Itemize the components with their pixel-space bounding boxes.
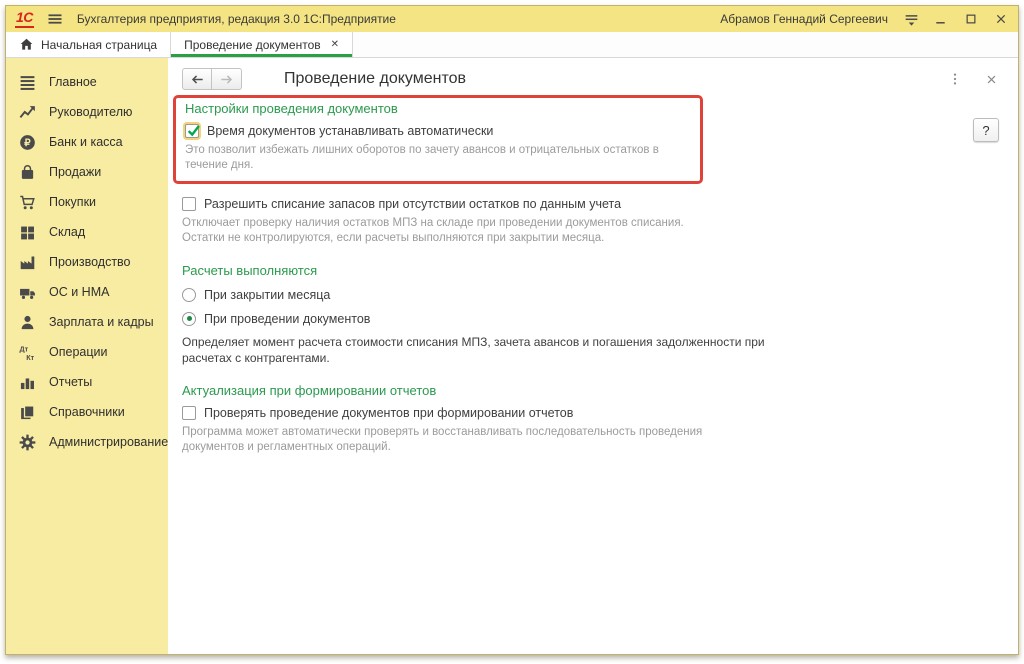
sidebar-item-label: Производство <box>49 255 131 269</box>
chart-icon <box>19 374 36 391</box>
auto-time-hint: Это позволит избежать лишних оборотов по… <box>185 143 690 173</box>
minimize-button[interactable] <box>933 12 948 27</box>
sidebar-item-label: Банк и касса <box>49 135 123 149</box>
ruble-circle-icon: ₽ <box>19 134 36 151</box>
warehouse-icon <box>19 224 36 241</box>
close-window-button[interactable] <box>993 12 1008 27</box>
sidebar: Главное Руководителю ₽ Банк и касса Прод… <box>6 58 168 654</box>
sidebar-item[interactable]: Зарплата и кадры <box>6 307 168 337</box>
sidebar-item-label: Главное <box>49 75 97 89</box>
sidebar-item[interactable]: ДтКт Операции <box>6 337 168 367</box>
sidebar-item-label: Руководителю <box>49 105 132 119</box>
sidebar-item[interactable]: Отчеты <box>6 367 168 397</box>
section-heading-calc: Расчеты выполняются <box>182 263 1004 278</box>
sidebar-item-label: Зарплата и кадры <box>49 315 154 329</box>
sidebar-item-label: Операции <box>49 345 107 359</box>
sidebar-item[interactable]: Продажи <box>6 157 168 187</box>
section-heading-actualization: Актуализация при формировании отчетов <box>182 383 1004 398</box>
sidebar-item-label: Продажи <box>49 165 101 179</box>
dtkt-icon: ДтКт <box>19 344 36 361</box>
sidebar-item[interactable]: Администрирование <box>6 427 168 457</box>
stock-section: Разрешить списание запасов при отсутстви… <box>182 197 1004 246</box>
current-user[interactable]: Абрамов Геннадий Сергеевич <box>720 12 888 26</box>
allow-writeoff-checkbox[interactable] <box>182 197 196 211</box>
forward-button[interactable] <box>212 68 242 90</box>
calc-note: Определяет момент расчета стоимости спис… <box>182 335 1004 367</box>
title-bar: 1С Бухгалтерия предприятия, редакция 3.0… <box>6 6 1018 32</box>
calc-option-on-posting-label: При проведении документов <box>204 312 370 326</box>
settings-menu-icon[interactable] <box>903 11 920 28</box>
auto-time-checkbox[interactable] <box>185 124 199 138</box>
sidebar-item-label: Склад <box>49 225 85 239</box>
sidebar-item-label: ОС и НМА <box>49 285 109 299</box>
maximize-button[interactable] <box>963 12 978 27</box>
sidebar-item[interactable]: Руководителю <box>6 97 168 127</box>
allow-writeoff-checkbox-label: Разрешить списание запасов при отсутстви… <box>204 197 621 211</box>
tab-label: Проведение документов <box>184 38 321 52</box>
content-area: Проведение документов Настройки проведен… <box>168 58 1018 654</box>
auto-time-checkbox-row[interactable]: Время документов устанавливать автоматич… <box>185 124 690 138</box>
titlebar-icon[interactable] <box>593 11 610 28</box>
svg-text:Кт: Кт <box>26 352 34 360</box>
svg-text:₽: ₽ <box>24 138 31 149</box>
home-icon <box>19 37 34 52</box>
section-heading-settings: Настройки проведения документов <box>185 101 690 116</box>
menu-lines-icon <box>19 74 36 91</box>
allow-writeoff-hint: Отключает проверку наличия остатков МПЗ … <box>182 216 1004 246</box>
tab-bar: Начальная страница Проведение документов… <box>6 32 1018 58</box>
sidebar-item[interactable]: ОС и НМА <box>6 277 168 307</box>
tab-label: Начальная страница <box>41 38 157 52</box>
close-form-icon[interactable] <box>984 72 998 86</box>
sidebar-item[interactable]: Склад <box>6 217 168 247</box>
titlebar-icon[interactable] <box>657 11 674 28</box>
verify-posting-hint: Программа может автоматически проверять … <box>182 425 1004 455</box>
calc-option-on-posting-radio[interactable] <box>182 312 196 326</box>
sidebar-item[interactable]: Главное <box>6 67 168 97</box>
verify-posting-checkbox-row[interactable]: Проверять проведение документов при форм… <box>182 406 1004 420</box>
tab[interactable]: Проведение документов ✕ <box>171 32 353 57</box>
content-header: Проведение документов <box>182 67 1004 91</box>
factory-icon <box>19 254 36 271</box>
history-nav <box>182 68 242 90</box>
bag-icon <box>19 164 36 181</box>
sidebar-item-label: Администрирование <box>49 435 168 449</box>
gear-icon <box>19 434 36 451</box>
allow-writeoff-checkbox-row[interactable]: Разрешить списание запасов при отсутстви… <box>182 197 1004 211</box>
back-button[interactable] <box>182 68 212 90</box>
more-menu-icon[interactable] <box>948 71 962 87</box>
trend-icon <box>19 104 36 121</box>
sidebar-item-label: Покупки <box>49 195 96 209</box>
calc-option-on-posting-row[interactable]: При проведении документов <box>182 312 1004 326</box>
app-window: 1С Бухгалтерия предприятия, редакция 3.0… <box>5 5 1019 655</box>
calc-option-month-close-label: При закрытии месяца <box>204 288 330 302</box>
titlebar-icon[interactable] <box>689 11 706 28</box>
main-menu-icon[interactable] <box>47 11 63 27</box>
calc-option-month-close-radio[interactable] <box>182 288 196 302</box>
titlebar-icon[interactable] <box>625 11 642 28</box>
help-button[interactable]: ? <box>973 118 999 142</box>
highlight-frame: Настройки проведения документов Время до… <box>173 95 703 184</box>
sidebar-item[interactable]: ₽ Банк и касса <box>6 127 168 157</box>
sidebar-item[interactable]: Справочники <box>6 397 168 427</box>
verify-posting-checkbox[interactable] <box>182 406 196 420</box>
app-title: Бухгалтерия предприятия, редакция 3.0 1С… <box>77 12 396 26</box>
cart-icon <box>19 194 36 211</box>
tab-close-icon[interactable]: ✕ <box>331 40 339 50</box>
titlebar-action-icons <box>578 11 706 28</box>
calc-option-month-close-row[interactable]: При закрытии месяца <box>182 288 1004 302</box>
sidebar-item-label: Отчеты <box>49 375 92 389</box>
sidebar-item[interactable]: Покупки <box>6 187 168 217</box>
person-icon <box>19 314 36 331</box>
auto-time-checkbox-label: Время документов устанавливать автоматич… <box>207 124 493 138</box>
sidebar-item[interactable]: Производство <box>6 247 168 277</box>
1c-logo: 1С <box>15 10 34 28</box>
tab[interactable]: Начальная страница <box>6 32 171 57</box>
verify-posting-checkbox-label: Проверять проведение документов при форм… <box>204 406 573 420</box>
books-icon <box>19 404 36 421</box>
sidebar-item-label: Справочники <box>49 405 125 419</box>
truck-icon <box>19 284 36 301</box>
page-title: Проведение документов <box>284 70 466 88</box>
